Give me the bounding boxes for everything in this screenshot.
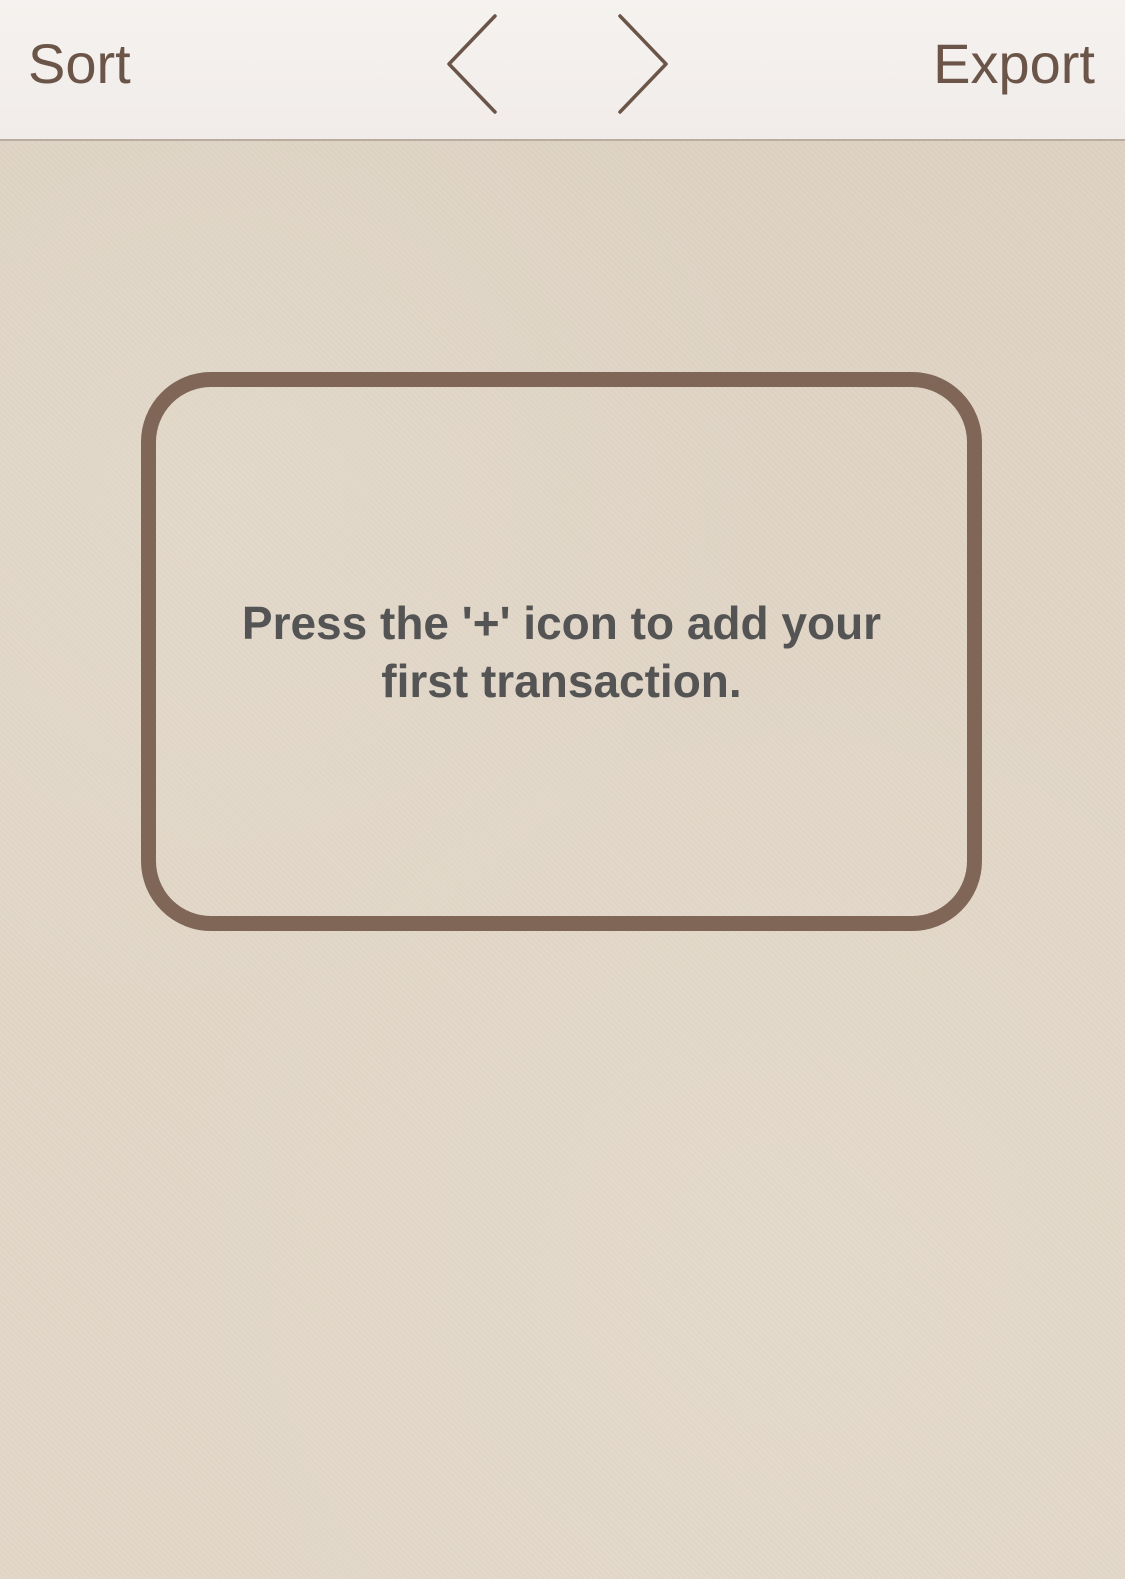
top-navigation-bar: Sort Export (0, 0, 1125, 141)
chevron-right-icon (618, 14, 668, 114)
previous-period-button[interactable] (445, 14, 505, 114)
export-button[interactable]: Export (933, 28, 1095, 100)
next-period-button[interactable] (615, 14, 675, 114)
empty-state-message: Press the '+' icon to add your first tra… (241, 596, 882, 707)
empty-state-card: Press the '+' icon to add your first tra… (141, 372, 982, 931)
sort-button[interactable]: Sort (28, 28, 131, 100)
chevron-left-icon (447, 14, 497, 114)
